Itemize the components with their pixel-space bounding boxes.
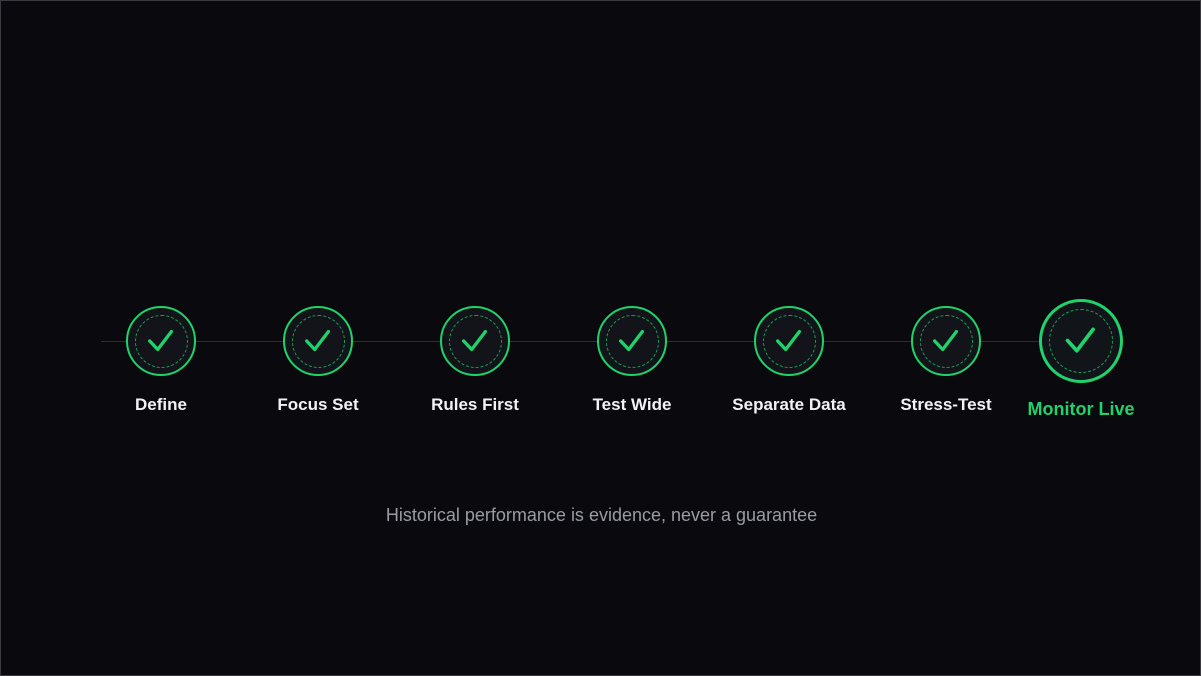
step-badge (440, 306, 510, 376)
check-icon (148, 329, 174, 352)
step-badge (754, 306, 824, 376)
slide-frame: Define Focus Set Rules First Test Wide S… (0, 0, 1201, 676)
check-icon (933, 329, 959, 352)
footnote-text: Historical performance is evidence, neve… (385, 505, 818, 525)
check-icon (776, 329, 802, 352)
step-badge (283, 306, 353, 376)
step-label: Define (135, 395, 187, 414)
check-icon (619, 329, 645, 352)
step-badge (126, 306, 196, 376)
step-badge (911, 306, 981, 376)
check-icon (462, 329, 488, 352)
step-label: Focus Set (277, 395, 359, 414)
step-label: Separate Data (732, 395, 846, 414)
step-label: Monitor Live (1027, 399, 1135, 419)
step-label: Rules First (431, 395, 519, 414)
step-badge (597, 306, 667, 376)
step-badge-current (1039, 299, 1123, 383)
check-icon (1065, 327, 1095, 353)
check-icon (305, 329, 331, 352)
step-label: Test Wide (592, 395, 672, 414)
